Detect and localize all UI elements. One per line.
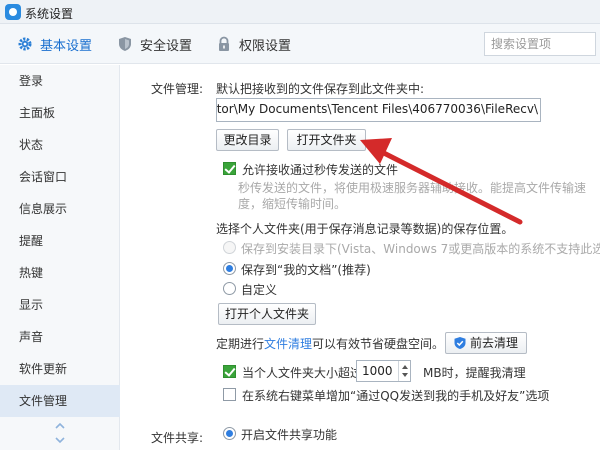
go-cleanup-label: 前去清理 — [470, 336, 519, 350]
settings-content: 文件管理: 默认把接收到的文件保存到此文件夹中: C:\Users\Admini… — [120, 65, 600, 450]
save-to-my-documents-radio[interactable] — [223, 262, 236, 275]
size-limit-spinner[interactable] — [398, 361, 410, 381]
tab-label: 安全设置 — [140, 38, 193, 54]
enable-file-sharing-radio[interactable] — [223, 427, 236, 440]
sidebar-item-info-display[interactable]: 信息展示 — [0, 193, 120, 225]
file-cleanup-link[interactable]: 文件清理 — [264, 337, 312, 351]
save-to-install-dir-radio[interactable] — [223, 241, 236, 254]
size-limit-checkbox[interactable] — [223, 365, 236, 378]
sidebar: 登录 主面板 状态 会话窗口 信息展示 提醒 热键 显示 声音 软件更新 文件管… — [0, 65, 120, 450]
spin-down-icon — [402, 373, 408, 377]
tab-permission-settings[interactable]: 权限设置 — [216, 24, 291, 64]
file-management-section-label: 文件管理: — [151, 82, 204, 96]
save-location-description: 默认把接收到的文件保存到此文件夹中: — [216, 82, 425, 96]
chevron-up-icon — [55, 422, 65, 429]
window-title: 系统设置 — [25, 7, 74, 21]
sidebar-item-main-panel[interactable]: 主面板 — [0, 97, 120, 129]
go-cleanup-button[interactable]: 前去清理 — [445, 332, 527, 354]
sidebar-item-status[interactable]: 状态 — [0, 129, 120, 161]
size-limit-prefix: 当个人文件夹大小超过 — [242, 366, 363, 380]
file-sharing-section-label: 文件共享: — [151, 431, 204, 445]
shield-icon — [117, 36, 133, 52]
app-logo-icon — [5, 4, 21, 20]
context-menu-label: 在系统右键菜单增加“通过QQ发送到我的手机及好友”选项 — [242, 389, 550, 403]
personal-folder-heading: 选择个人文件夹(用于保存消息记录等数据)的保存位置。 — [216, 222, 514, 236]
download-path-value: C:\Users\Administrator\My Documents\Tenc… — [216, 102, 538, 116]
search-input[interactable] — [484, 32, 596, 56]
tab-label: 权限设置 — [239, 38, 292, 54]
sidebar-scroll-arrows[interactable] — [52, 419, 68, 447]
cleanup-suffix: 可以有效节省硬盘空间。 — [312, 337, 445, 351]
allow-instant-transfer-label: 允许接收通过秒传发送的文件 — [242, 163, 399, 177]
tab-label: 基本设置 — [40, 38, 93, 54]
instant-transfer-description: 秒传发送的文件，将使用极速服务器辅助接收。能提高文件传输速 — [238, 181, 587, 195]
sidebar-item-file-management[interactable]: 文件管理 — [0, 385, 120, 417]
custom-location-label: 自定义 — [241, 283, 278, 297]
allow-instant-transfer-checkbox[interactable] — [223, 162, 236, 175]
lock-icon — [216, 36, 232, 52]
size-limit-value: 1000 — [362, 364, 393, 378]
shield-check-icon — [453, 336, 467, 350]
size-limit-input[interactable]: 1000 — [356, 360, 411, 382]
custom-location-radio[interactable] — [223, 282, 236, 295]
tab-basic-settings[interactable]: 基本设置 — [17, 24, 92, 64]
gear-icon — [17, 36, 33, 52]
tab-bar: 基本设置 安全设置 权限设置 — [0, 24, 600, 64]
cleanup-prefix: 定期进行 — [216, 337, 265, 351]
open-folder-button[interactable]: 打开文件夹 — [287, 129, 366, 151]
instant-transfer-description-2: 度，缩短传输时间。 — [238, 197, 347, 211]
save-to-install-dir-label: 保存到安装目录下(Vista、Windows 7或更高版本的系统不支持此选项) — [241, 242, 600, 256]
sidebar-item-login[interactable]: 登录 — [0, 65, 120, 97]
open-personal-folder-button[interactable]: 打开个人文件夹 — [218, 303, 316, 325]
size-limit-suffix: MB时，提醒我清理 — [423, 366, 526, 380]
context-menu-checkbox[interactable] — [223, 388, 236, 401]
save-to-my-documents-label: 保存到“我的文档”(推荐) — [241, 263, 371, 277]
sidebar-item-hotkeys[interactable]: 热键 — [0, 257, 120, 289]
download-path-field[interactable]: C:\Users\Administrator\My Documents\Tenc… — [216, 98, 541, 122]
sidebar-item-reminder[interactable]: 提醒 — [0, 225, 120, 257]
sidebar-item-display[interactable]: 显示 — [0, 289, 120, 321]
change-directory-button[interactable]: 更改目录 — [216, 129, 279, 151]
enable-file-sharing-label: 开启文件共享功能 — [241, 428, 338, 442]
sidebar-item-sound[interactable]: 声音 — [0, 321, 120, 353]
spin-up-icon — [402, 365, 408, 369]
sidebar-item-chat-window[interactable]: 会话窗口 — [0, 161, 120, 193]
tab-security-settings[interactable]: 安全设置 — [117, 24, 192, 64]
title-bar: 系统设置 — [0, 0, 600, 24]
cleanup-hint: 定期进行文件清理可以有效节省硬盘空间。 — [216, 335, 444, 352]
sidebar-item-software-update[interactable]: 软件更新 — [0, 353, 120, 385]
chevron-down-icon — [55, 437, 65, 444]
